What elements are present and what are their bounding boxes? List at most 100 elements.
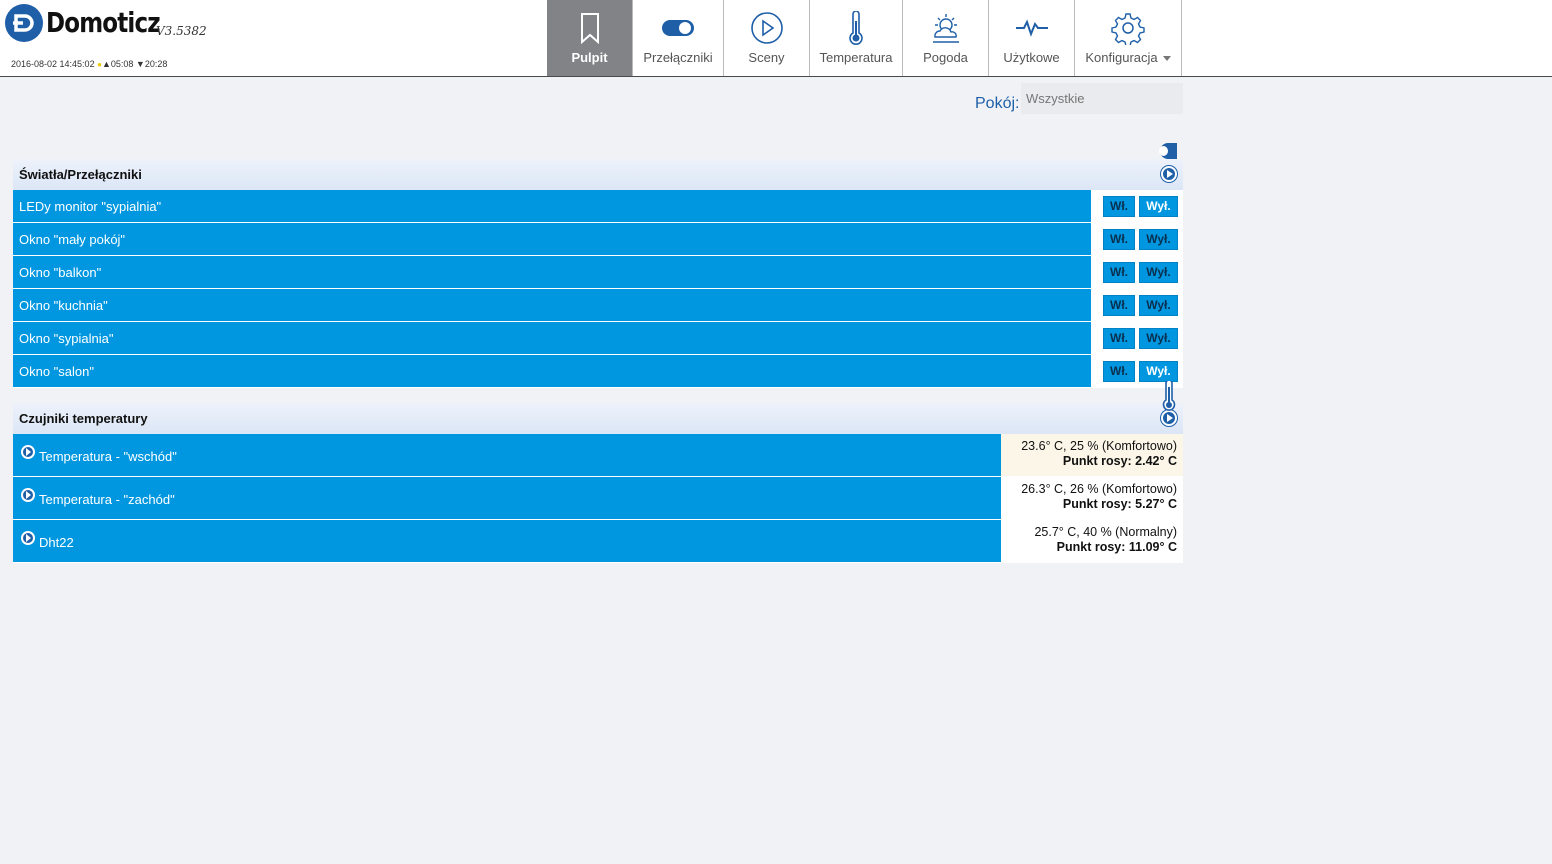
tab-label: Temperatura (819, 50, 893, 65)
sensor-label: Temperatura - "wschód" (39, 449, 177, 464)
switch-row: Okno "balkon" Wł. Wył. (13, 256, 1183, 289)
tab-label: Użytkowe (1003, 50, 1060, 65)
tab-temperatura[interactable]: Temperatura (810, 0, 903, 76)
section-header: Światła/Przełączniki (13, 159, 1183, 190)
switch-off-button[interactable]: Wył. (1139, 228, 1178, 250)
sensor-reading: 25.7° C, 40 % (Normalny) (1034, 525, 1177, 539)
switch-row: Okno "mały pokój" Wł. Wył. (13, 223, 1183, 256)
switch-off-button[interactable]: Wył. (1139, 360, 1178, 382)
temperature-row: Temperatura - "wschód" 23.6° C, 25 % (Kom… (13, 434, 1183, 477)
switch-name[interactable]: Okno "mały pokój" (13, 223, 1091, 255)
tab-label: Pulpit (571, 50, 608, 65)
dew-point: Punkt rosy: 2.42° C (1001, 454, 1177, 469)
switch-on-button[interactable]: Wł. (1103, 327, 1135, 349)
switch-on-button[interactable]: Wł. (1103, 294, 1135, 316)
tab-label: Przełączniki (643, 50, 713, 65)
sunset-time: 20:28 (144, 59, 168, 69)
thermometer-icon (1161, 379, 1177, 416)
play-icon[interactable] (1161, 166, 1177, 182)
brand-datetime: 2016-08-02 14:45:02 ●▲05:08 ▼20:28 (11, 59, 167, 69)
sensor-name[interactable]: Temperatura - "zachód" (13, 477, 1001, 519)
dew-value: 11.09° C (1128, 540, 1177, 554)
sunrise-icon: ▲ (101, 59, 111, 69)
dew-value: 2.42° C (1135, 454, 1177, 468)
switch-row: Okno "salon" Wł. Wył. (13, 355, 1183, 388)
dew-label: Punkt rosy: (1056, 540, 1126, 554)
brand-name: Domoticz (46, 6, 161, 39)
switch-controls: Wł. Wył. (1091, 223, 1183, 255)
sensor-reading: 26.3° C, 26 % (Komfortowo) (1021, 482, 1177, 496)
section-title: Czujniki temperatury (19, 411, 148, 426)
toggle-view-icon[interactable] (1159, 143, 1177, 159)
tab-label-text: Konfiguracja (1085, 50, 1158, 65)
sunset-icon: ▼ (135, 59, 145, 69)
switch-row: LEDy monitor "sypialnia" Wł. Wył. (13, 190, 1183, 223)
sensor-value: 26.3° C, 26 % (Komfortowo) Punkt rosy: 5.… (1001, 477, 1183, 519)
switches-section: Światła/Przełączniki LEDy monitor "sypia… (13, 159, 1183, 388)
play-circle-icon (750, 10, 784, 46)
switch-controls: Wł. Wył. (1091, 256, 1183, 288)
switch-off-button[interactable]: Wył. (1139, 261, 1178, 283)
switch-name[interactable]: LEDy monitor "sypialnia" (13, 190, 1091, 222)
gear-icon (1111, 10, 1145, 46)
tab-pulpit[interactable]: Pulpit (547, 0, 633, 76)
dew-point: Punkt rosy: 11.09° C (1001, 540, 1177, 555)
sensor-label: Dht22 (39, 535, 74, 550)
switch-off-button[interactable]: Wył. (1139, 195, 1178, 217)
weather-icon (929, 10, 963, 46)
switch-on-button[interactable]: Wł. (1103, 228, 1135, 250)
tab-label: Konfiguracja (1085, 50, 1171, 65)
tab-label: Pogoda (923, 50, 968, 65)
thermometer-icon (847, 10, 865, 46)
temperature-row: Temperatura - "zachód" 26.3° C, 26 % (Kom… (13, 477, 1183, 520)
tab-uzytkowe[interactable]: Użytkowe (989, 0, 1075, 76)
brand[interactable]: Domoticz V3.5382 2016-08-02 14:45:02 ●▲0… (5, 4, 305, 74)
section-title: Światła/Przełączniki (19, 167, 142, 182)
switch-off-button[interactable]: Wył. (1139, 327, 1178, 349)
switch-on-button[interactable]: Wł. (1103, 195, 1135, 217)
switch-row: Okno "sypialnia" Wł. Wył. (13, 322, 1183, 355)
switch-row: Okno "kuchnia" Wł. Wył. (13, 289, 1183, 322)
tab-pogoda[interactable]: Pogoda (903, 0, 989, 76)
expand-icon[interactable] (21, 445, 35, 459)
dew-point: Punkt rosy: 5.27° C (1001, 497, 1177, 512)
switch-name[interactable]: Okno "sypialnia" (13, 322, 1091, 354)
tab-przelaczniki[interactable]: Przełączniki (633, 0, 724, 76)
sensor-label: Temperatura - "zachód" (39, 492, 175, 507)
sensor-value: 23.6° C, 25 % (Komfortowo) Punkt rosy: 2.… (1001, 434, 1183, 476)
tab-konfiguracja[interactable]: Konfiguracja (1075, 0, 1182, 76)
sensor-name[interactable]: Dht22 (13, 520, 1001, 562)
sensor-value: 25.7° C, 40 % (Normalny) Punkt rosy: 11.0… (1001, 520, 1183, 562)
switch-name[interactable]: Okno "balkon" (13, 256, 1091, 288)
switch-name[interactable]: Okno "salon" (13, 355, 1091, 387)
expand-icon[interactable] (21, 488, 35, 502)
expand-icon[interactable] (21, 531, 35, 545)
temperature-section: Czujniki temperatury Temperatura - "wsch… (13, 403, 1183, 563)
tab-sceny[interactable]: Sceny (724, 0, 810, 76)
pulse-icon (1015, 10, 1049, 46)
dew-value: 5.27° C (1135, 497, 1177, 511)
switch-controls: Wł. Wył. (1091, 322, 1183, 354)
sunrise-time: 05:08 (110, 59, 134, 69)
brand-version: V3.5382 (156, 24, 207, 38)
dew-label: Punkt rosy: (1062, 497, 1132, 511)
tab-label: Sceny (748, 50, 785, 65)
top-navbar: Domoticz V3.5382 2016-08-02 14:45:02 ●▲0… (0, 0, 1552, 77)
room-select[interactable]: Wszystkie (1021, 83, 1183, 114)
toggle-icon (661, 10, 695, 46)
current-datetime: 2016-08-02 14:45:02 (11, 59, 95, 69)
domoticz-logo-icon (5, 4, 43, 42)
switch-controls: Wł. Wył. (1091, 289, 1183, 321)
switch-on-button[interactable]: Wł. (1103, 360, 1135, 382)
switch-controls: Wł. Wył. (1091, 190, 1183, 222)
switch-name[interactable]: Okno "kuchnia" (13, 289, 1091, 321)
bookmark-icon (580, 10, 600, 46)
sensor-reading: 23.6° C, 25 % (Komfortowo) (1021, 439, 1177, 453)
temperature-row: Dht22 25.7° C, 40 % (Normalny) Punkt rosy:… (13, 520, 1183, 563)
switch-off-button[interactable]: Wył. (1139, 294, 1178, 316)
chevron-down-icon (1162, 56, 1171, 62)
main-nav: Pulpit Przełączniki Sceny Temperatura Po… (547, 0, 1182, 76)
dew-label: Punkt rosy: (1062, 454, 1132, 468)
switch-on-button[interactable]: Wł. (1103, 261, 1135, 283)
sensor-name[interactable]: Temperatura - "wschód" (13, 434, 1001, 476)
